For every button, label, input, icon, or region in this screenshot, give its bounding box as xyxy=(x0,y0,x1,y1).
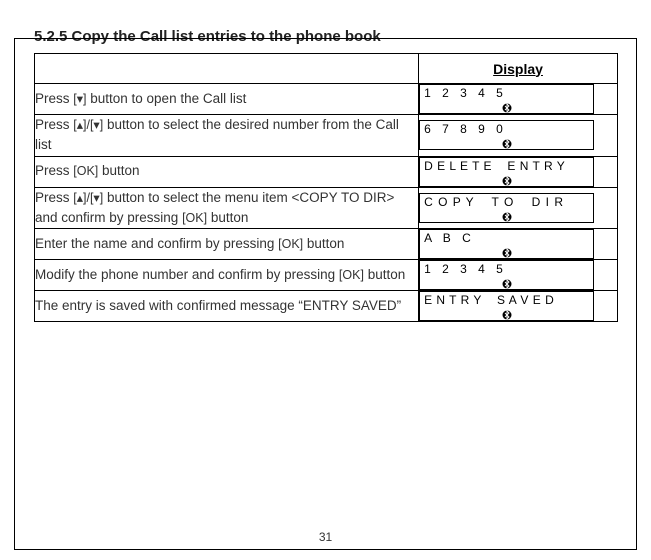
lcd-display: E N T R Y S A V E D xyxy=(419,291,594,321)
page-number: 31 xyxy=(0,530,651,544)
lcd-display: 1 2 3 4 5 xyxy=(419,84,594,114)
lcd-text: E N T R Y S A V E D xyxy=(424,293,554,307)
lcd-text: 6 7 8 9 0 xyxy=(424,122,507,136)
bluetooth-icon xyxy=(502,212,512,222)
lcd-display: C O P Y T O D I R xyxy=(419,193,594,223)
lcd-text: C O P Y T O D I R xyxy=(424,195,564,209)
bluetooth-icon xyxy=(502,103,512,113)
lcd-text: 1 2 3 4 5 xyxy=(424,262,507,276)
bluetooth-icon xyxy=(502,248,512,258)
lcd-display: A B C xyxy=(419,229,594,259)
lcd-display: 6 7 8 9 0 xyxy=(419,120,594,150)
bluetooth-icon xyxy=(502,139,512,149)
lcd-display: D E L E T E E N T R Y xyxy=(419,157,594,187)
display-cell: 6 7 8 9 0 xyxy=(419,115,618,157)
lcd-display: 1 2 3 4 5 xyxy=(419,260,594,290)
lcd-text: 1 2 3 4 5 xyxy=(424,86,507,100)
bluetooth-icon xyxy=(502,310,512,320)
lcd-text: A B C xyxy=(424,231,475,245)
display-cell: E N T R Y S A V E D xyxy=(419,291,618,322)
display-cell: 1 2 3 4 5 xyxy=(419,260,618,291)
bluetooth-icon xyxy=(502,176,512,186)
display-cell: C O P Y T O D I R xyxy=(419,187,618,229)
display-cell: D E L E T E E N T R Y xyxy=(419,156,618,187)
display-cell: 1 2 3 4 5 xyxy=(419,84,618,115)
bluetooth-icon xyxy=(502,279,512,289)
display-cell: A B C xyxy=(419,229,618,260)
lcd-text: D E L E T E E N T R Y xyxy=(424,159,565,173)
